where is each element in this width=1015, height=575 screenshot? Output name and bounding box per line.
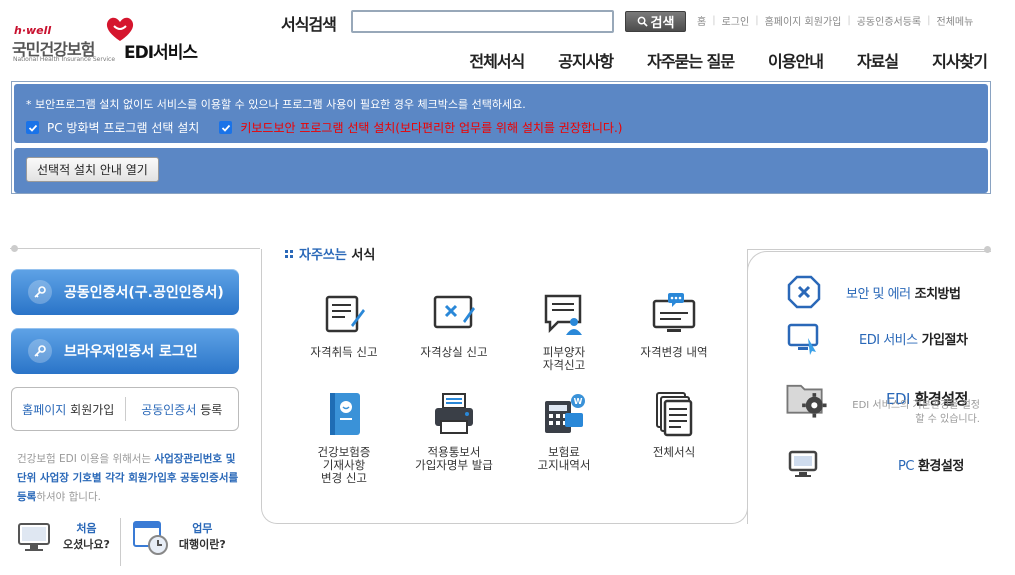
browser-certificate-login-button[interactable]: 브라우저인증서 로그인 xyxy=(11,328,239,374)
util-link-all-menu[interactable]: 전체메뉴 xyxy=(937,13,974,28)
form-insurance-card-change[interactable]: 건강보험증 기재사항 변경 신고 xyxy=(289,390,399,485)
certificate-login-label: 공동인증서(구.공인인증서) xyxy=(64,285,224,301)
form-qualification-acquire[interactable]: 자격취득 신고 xyxy=(289,290,399,372)
nav-faq[interactable]: 자주묻는 질문 xyxy=(647,48,735,72)
insurance-card-icon xyxy=(320,390,368,438)
install-guide-button[interactable]: 선택적 설치 안내 열기 xyxy=(26,157,159,182)
homepage-signup-link[interactable]: 홈페이지 회원가입 xyxy=(12,401,125,418)
security-program-panel: * 보안프로그램 설치 없이도 서비스를 이용할 수 있으나 프로그램 사용이 … xyxy=(11,81,991,194)
checkbox-checked-icon[interactable] xyxy=(219,121,233,134)
frequent-forms-title: 자주쓰는 서식 xyxy=(285,244,375,263)
certificate-register-link[interactable]: 공동인증서 등록 xyxy=(126,401,239,418)
bullet-icon xyxy=(285,249,293,258)
loss-form-icon xyxy=(430,290,478,338)
nav-branch-finder[interactable]: 지사찾기 xyxy=(932,48,988,72)
pc-monitor-icon xyxy=(788,450,818,477)
form-qualification-loss[interactable]: 자격상실 신고 xyxy=(399,290,509,372)
main-navigation: 전체서식 공지사항 자주묻는 질문 이용안내 자료실 지사찾기 xyxy=(469,48,988,72)
firewall-checkbox-label: PC 방화벽 프로그램 선택 설치 xyxy=(47,121,200,135)
utility-links: 홈 | 로그인 | 홈페이지 회원가입 | 공동인증서등록 | 전체메뉴 xyxy=(697,13,974,28)
security-notice-message: * 보안프로그램 설치 없이도 서비스를 이용할 수 있으나 프로그램 사용이 … xyxy=(26,98,526,111)
calculator-icon: W xyxy=(540,390,588,438)
error-octagon-icon xyxy=(787,275,821,309)
nav-library[interactable]: 자료실 xyxy=(857,48,899,72)
dependent-icon xyxy=(540,290,588,338)
keyboard-security-checkbox[interactable]: 키보드보안 프로그램 선택 설치(보다편리한 업무를 위해 설치를 권장합니다.… xyxy=(219,119,622,136)
util-link-login[interactable]: 로그인 xyxy=(722,13,750,28)
browser-certificate-login-label: 브라우저인증서 로그인 xyxy=(64,344,198,360)
certificate-login-button[interactable]: 공동인증서(구.공인인증서) xyxy=(11,269,239,315)
form-all-forms[interactable]: 전체서식 xyxy=(619,390,729,485)
first-visit-link[interactable]: 처음 오셨나요? xyxy=(15,518,110,556)
nav-guide[interactable]: 이용안내 xyxy=(768,48,824,72)
keyboard-security-checkbox-label: 키보드보안 프로그램 선택 설치(보다편리한 업무를 위해 설치를 권장합니다.… xyxy=(240,121,623,135)
key-icon xyxy=(28,280,52,304)
computer-monitor-icon xyxy=(18,523,50,551)
signup-notice-text: 건강보험 EDI 이용을 위해서는 사업장관리번호 및 단위 사업장 기호별 각… xyxy=(17,453,239,503)
security-notice-row: * 보안프로그램 설치 없이도 서비스를 이용할 수 있으나 프로그램 사용이 … xyxy=(14,84,988,143)
form-qualification-change-history[interactable]: 자격변경 내역 xyxy=(619,290,729,372)
form-application-notice-issue[interactable]: 적용통보서 가입자명부 발급 xyxy=(399,390,509,485)
agency-work-link[interactable]: 업무 대행이란? xyxy=(131,518,226,556)
edi-environment-description: EDI 서비스의 기본환경을 설정 할 수 있습니다. xyxy=(852,400,980,425)
pc-environment-settings-link[interactable]: PC 환경설정 xyxy=(786,446,964,482)
search-label: 서식검색 xyxy=(281,15,337,34)
printer-icon xyxy=(430,390,478,438)
calendar-clock-icon xyxy=(132,521,168,555)
util-link-home[interactable]: 홈 xyxy=(697,13,706,28)
documents-icon xyxy=(650,390,698,438)
member-links-box: 홈페이지 회원가입 공동인증서 등록 xyxy=(11,387,239,431)
install-guide-row: 선택적 설치 안내 열기 xyxy=(14,148,988,193)
nav-notices[interactable]: 공지사항 xyxy=(558,48,614,72)
nav-all-forms[interactable]: 전체서식 xyxy=(469,48,525,72)
firewall-checkbox[interactable]: PC 방화벽 프로그램 선택 설치 xyxy=(26,119,199,136)
form-dependent-report[interactable]: 피부양자 자격신고 xyxy=(509,290,619,372)
monitor-click-icon xyxy=(787,323,819,355)
frequent-forms-grid: 자격취득 신고 자격상실 신고 피부양자 자격신고 자격변경 내역 건강보험증 … xyxy=(289,290,729,485)
util-link-cert-register[interactable]: 공동인증서등록 xyxy=(857,13,921,28)
form-premium-bill[interactable]: W 보험료 고지내역서 xyxy=(509,390,619,485)
checkbox-checked-icon[interactable] xyxy=(26,121,39,134)
svg-text:W: W xyxy=(574,397,583,406)
logo-org-name-en: National Health Insurance Service xyxy=(13,56,116,63)
logo-service-name: EDI서비스 xyxy=(124,43,198,63)
util-link-signup[interactable]: 홈페이지 회원가입 xyxy=(765,13,842,28)
search-button-label: 검색 xyxy=(650,16,675,31)
folder-gear-icon xyxy=(786,384,827,418)
acquire-form-icon xyxy=(320,290,368,338)
logo[interactable]: h·well 국민건강보험 National Health Insurance … xyxy=(12,14,222,66)
key-icon xyxy=(28,339,52,363)
security-error-guide-link[interactable]: 보안 및 에러 조치방법 xyxy=(786,274,961,310)
edi-join-procedure-link[interactable]: EDI 서비스 가입절차 xyxy=(786,320,968,356)
monitor-chat-icon xyxy=(650,290,698,338)
search-button[interactable]: 검색 xyxy=(625,11,686,32)
search-input[interactable] xyxy=(351,10,614,33)
search-icon xyxy=(637,16,648,27)
